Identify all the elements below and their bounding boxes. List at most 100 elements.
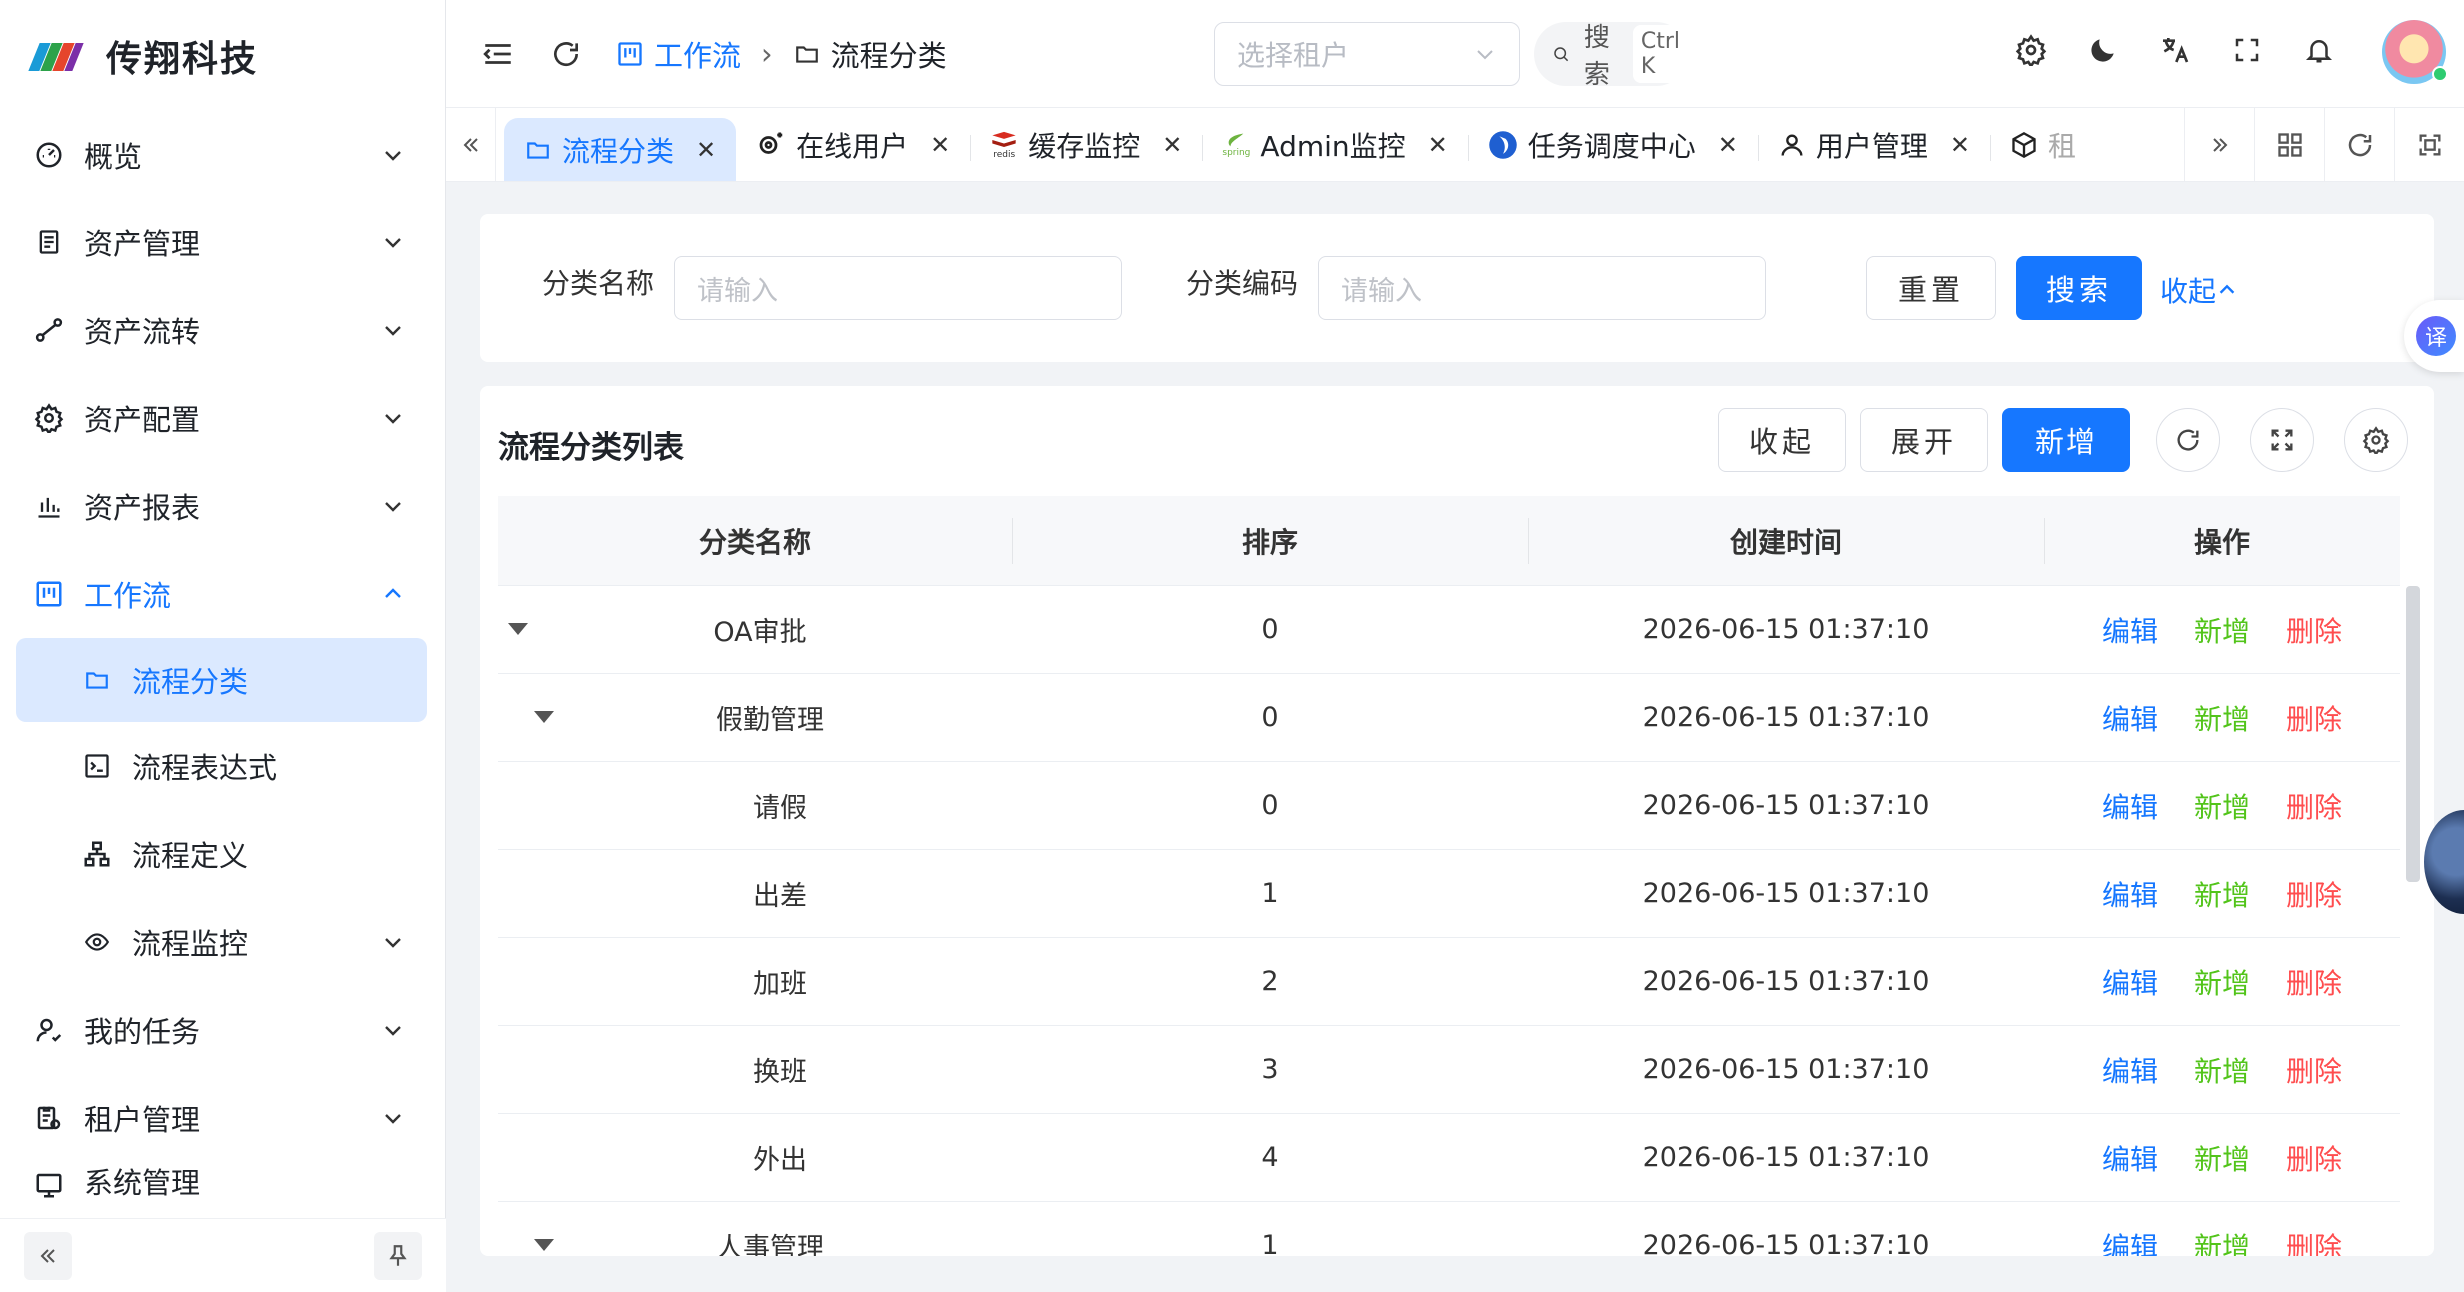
collapse-sidebar-button[interactable] bbox=[24, 1231, 72, 1280]
add-child-link[interactable]: 新增 bbox=[2194, 1138, 2250, 1178]
breadcrumb-item-workflow[interactable]: 工作流 bbox=[616, 33, 741, 75]
language-button[interactable] bbox=[2152, 30, 2198, 70]
reset-button[interactable]: 重置 bbox=[1866, 256, 1996, 320]
sidebar-item-workflow[interactable]: 工作流 bbox=[0, 550, 445, 638]
delete-link[interactable]: 删除 bbox=[2286, 1226, 2342, 1257]
collapse-form-link[interactable]: 收起 bbox=[2160, 270, 2238, 310]
tab-process-category[interactable]: 流程分类 ✕ bbox=[504, 117, 737, 181]
category-code-input[interactable]: 请输入 bbox=[1318, 256, 1766, 320]
sidebar-item-asset-transfer[interactable]: 资产流转 bbox=[0, 286, 445, 374]
edit-link[interactable]: 编辑 bbox=[2102, 786, 2158, 826]
close-icon[interactable]: ✕ bbox=[1950, 131, 1970, 159]
expand-all-button[interactable]: 展开 bbox=[1860, 408, 1988, 472]
edit-link[interactable]: 编辑 bbox=[2102, 1226, 2158, 1257]
sidebar-item-overview[interactable]: 概览 bbox=[0, 112, 445, 198]
edit-link[interactable]: 编辑 bbox=[2102, 1050, 2158, 1090]
add-child-link[interactable]: 新增 bbox=[2194, 874, 2250, 914]
delete-link[interactable]: 删除 bbox=[2286, 1138, 2342, 1178]
delete-link[interactable]: 删除 bbox=[2286, 874, 2342, 914]
tab-admin-monitor[interactable]: spring Admin监控 ✕ bbox=[1202, 113, 1467, 177]
tab-scheduler[interactable]: 任务调度中心 ✕ bbox=[1467, 113, 1758, 177]
table-row[interactable]: 出差 1 2026-06-15 01:37:10 编辑 新增 删除 bbox=[498, 850, 2400, 938]
table-scrollbar[interactable] bbox=[2406, 586, 2420, 882]
sidebar-item-asset-config[interactable]: 资产配置 bbox=[0, 374, 445, 462]
table-row[interactable]: 加班 2 2026-06-15 01:37:10 编辑 新增 删除 bbox=[498, 938, 2400, 1026]
tab-online-users[interactable]: 在线用户 ✕ bbox=[736, 113, 970, 177]
tab-cache-monitor[interactable]: redis 缓存监控 ✕ bbox=[970, 113, 1202, 177]
column-header-actions: 操作 bbox=[2044, 496, 2400, 586]
edit-link[interactable]: 编辑 bbox=[2102, 1138, 2158, 1178]
close-icon[interactable]: ✕ bbox=[930, 131, 950, 159]
close-icon[interactable]: ✕ bbox=[696, 136, 716, 164]
sidebar-item-process-expression[interactable]: 流程表达式 bbox=[0, 722, 445, 810]
delete-link[interactable]: 删除 bbox=[2286, 1050, 2342, 1090]
sidebar-item-my-tasks[interactable]: 我的任务 bbox=[0, 986, 445, 1074]
edit-link[interactable]: 编辑 bbox=[2102, 874, 2158, 914]
add-child-link[interactable]: 新增 bbox=[2194, 786, 2250, 826]
sidebar-item-tenant-management[interactable]: 租户管理 bbox=[0, 1074, 445, 1162]
brand[interactable]: 传翔科技 bbox=[0, 0, 445, 112]
edit-link[interactable]: 编辑 bbox=[2102, 962, 2158, 1002]
cell-sort: 0 bbox=[1261, 790, 1279, 821]
chevron-down-icon bbox=[385, 326, 401, 336]
tabs-scroll-left-button[interactable] bbox=[446, 108, 496, 181]
tab-tenant-partial[interactable]: 租 bbox=[1990, 113, 2096, 177]
search-button[interactable]: 搜索 bbox=[2016, 256, 2142, 320]
sidebar-item-process-category[interactable]: 流程分类 bbox=[16, 638, 427, 722]
tab-refresh-button[interactable] bbox=[2324, 108, 2394, 181]
tree-expand-icon[interactable] bbox=[508, 622, 528, 635]
sidebar-item-process-definition[interactable]: 流程定义 bbox=[0, 810, 445, 898]
delete-link[interactable]: 删除 bbox=[2286, 786, 2342, 826]
category-name-input[interactable]: 请输入 bbox=[674, 256, 1122, 320]
table-row[interactable]: 人事管理 1 2026-06-15 01:37:10 编辑 新增 删除 bbox=[498, 1202, 2400, 1256]
fullscreen-button[interactable] bbox=[2224, 30, 2270, 70]
tab-user-management[interactable]: 用户管理 ✕ bbox=[1757, 113, 1990, 177]
add-child-link[interactable]: 新增 bbox=[2194, 1050, 2250, 1090]
refresh-page-button[interactable] bbox=[546, 34, 586, 74]
close-icon[interactable]: ✕ bbox=[1718, 131, 1738, 159]
add-child-link[interactable]: 新增 bbox=[2194, 1226, 2250, 1257]
theme-toggle-button[interactable] bbox=[2080, 30, 2126, 70]
tabs-menu-button[interactable] bbox=[2254, 108, 2324, 181]
table-fullscreen-button[interactable] bbox=[2250, 408, 2314, 472]
add-child-link[interactable]: 新增 bbox=[2194, 962, 2250, 1002]
table-row[interactable]: OA审批 0 2026-06-15 01:37:10 编辑 新增 删除 bbox=[498, 586, 2400, 674]
add-category-button[interactable]: 新增 bbox=[2002, 408, 2130, 472]
edit-link[interactable]: 编辑 bbox=[2102, 610, 2158, 650]
global-search-button[interactable]: 搜索 Ctrl K bbox=[1534, 22, 1688, 90]
user-avatar[interactable] bbox=[2382, 20, 2448, 84]
table-row[interactable]: 请假 0 2026-06-15 01:37:10 编辑 新增 删除 bbox=[498, 762, 2400, 850]
tabs-scroll-right-button[interactable] bbox=[2184, 108, 2254, 181]
table-row[interactable]: 假勤管理 0 2026-06-15 01:37:10 编辑 新增 删除 bbox=[498, 674, 2400, 762]
tree-expand-icon[interactable] bbox=[534, 1238, 554, 1251]
delete-link[interactable]: 删除 bbox=[2286, 962, 2342, 1002]
breadcrumb-label: 工作流 bbox=[654, 38, 742, 73]
delete-link[interactable]: 删除 bbox=[2286, 698, 2342, 738]
tab-maximize-button[interactable] bbox=[2394, 108, 2464, 181]
notifications-button[interactable] bbox=[2296, 30, 2342, 70]
cell-actions: 编辑 新增 删除 bbox=[2044, 1026, 2400, 1114]
maximize-icon bbox=[2419, 134, 2440, 156]
sidebar-item-asset-management[interactable]: 资产管理 bbox=[0, 198, 445, 286]
collapse-all-button[interactable]: 收起 bbox=[1718, 408, 1846, 472]
settings-button[interactable] bbox=[2008, 30, 2054, 70]
add-child-link[interactable]: 新增 bbox=[2194, 698, 2250, 738]
table-settings-button[interactable] bbox=[2344, 408, 2408, 472]
tree-expand-icon[interactable] bbox=[534, 710, 554, 723]
sidebar-item-asset-report[interactable]: 资产报表 bbox=[0, 462, 445, 550]
menu-toggle-button[interactable] bbox=[478, 34, 518, 74]
category-code-placeholder: 请输入 bbox=[1341, 275, 1422, 307]
sidebar-item-process-monitor[interactable]: 流程监控 bbox=[0, 898, 445, 986]
pin-sidebar-button[interactable] bbox=[374, 1231, 422, 1280]
add-child-link[interactable]: 新增 bbox=[2194, 610, 2250, 650]
table-row[interactable]: 外出 4 2026-06-15 01:37:10 编辑 新增 删除 bbox=[498, 1114, 2400, 1202]
reload-table-button[interactable] bbox=[2156, 408, 2220, 472]
sidebar-item-system-management[interactable]: 系统管理 bbox=[0, 1162, 445, 1202]
close-icon[interactable]: ✕ bbox=[1428, 131, 1448, 159]
sidebar-item-label: 资产管理 bbox=[84, 227, 201, 261]
edit-link[interactable]: 编辑 bbox=[2102, 698, 2158, 738]
tenant-select[interactable]: 选择租户 bbox=[1214, 22, 1520, 86]
table-row[interactable]: 换班 3 2026-06-15 01:37:10 编辑 新增 删除 bbox=[498, 1026, 2400, 1114]
close-icon[interactable]: ✕ bbox=[1162, 131, 1182, 159]
delete-link[interactable]: 删除 bbox=[2286, 610, 2342, 650]
